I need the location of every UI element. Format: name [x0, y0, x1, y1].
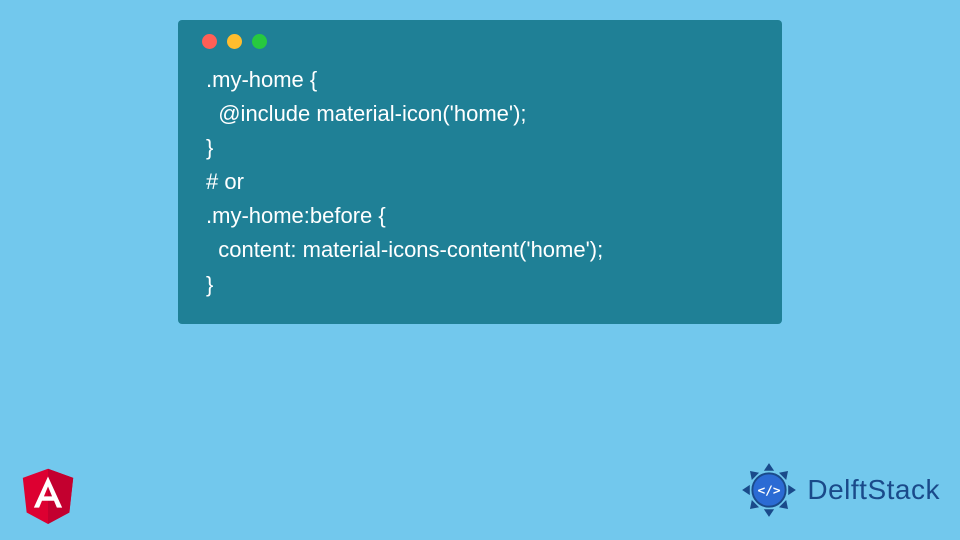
code-line: content: material-icons-content('home');	[206, 237, 603, 262]
angular-logo-icon	[18, 462, 78, 526]
svg-text:</>: </>	[758, 483, 781, 498]
close-dot-icon	[202, 34, 217, 49]
code-line: # or	[206, 169, 244, 194]
window-controls	[198, 34, 762, 49]
minimize-dot-icon	[227, 34, 242, 49]
delftstack-brand: </> DelftStack	[737, 458, 940, 522]
code-line: .my-home:before {	[206, 203, 386, 228]
code-line: .my-home {	[206, 67, 317, 92]
code-line: @include material-icon('home');	[206, 101, 527, 126]
code-window: .my-home { @include material-icon('home'…	[178, 20, 782, 324]
code-line: }	[206, 272, 213, 297]
code-block: .my-home { @include material-icon('home'…	[198, 63, 762, 302]
maximize-dot-icon	[252, 34, 267, 49]
code-line: }	[206, 135, 213, 160]
delftstack-label: DelftStack	[807, 474, 940, 506]
delftstack-logo-icon: </>	[737, 458, 801, 522]
